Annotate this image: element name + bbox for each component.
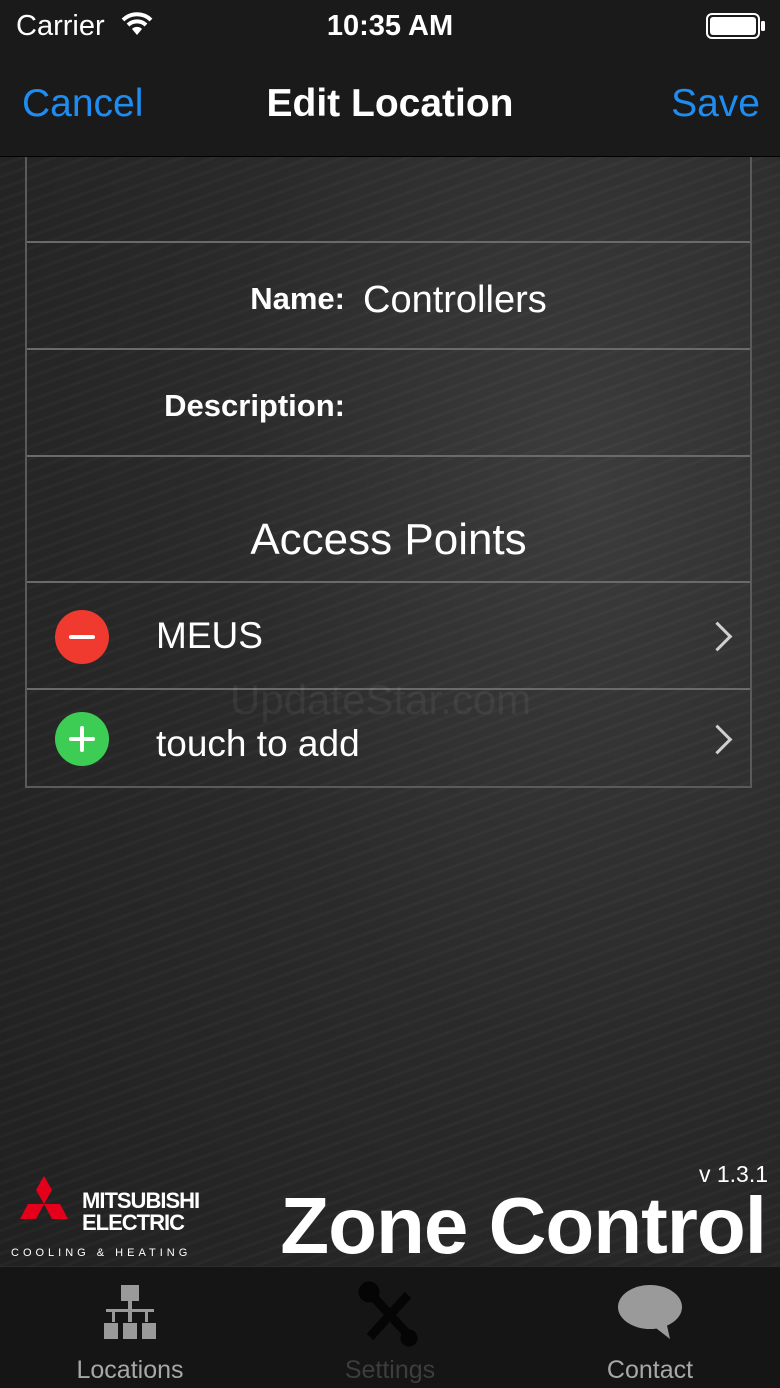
description-label: Description: bbox=[164, 388, 345, 423]
name-field[interactable]: Controllers bbox=[363, 279, 547, 322]
blank-row bbox=[27, 157, 750, 243]
chat-bubble-icon bbox=[618, 1285, 682, 1339]
hierarchy-icon bbox=[104, 1285, 156, 1339]
access-point-row[interactable]: MEUS bbox=[27, 583, 750, 690]
add-icon[interactable] bbox=[55, 712, 109, 766]
mitsubishi-logo: MITSUBISHI ELECTRIC COOLING & HEATING bbox=[8, 1172, 218, 1264]
logo-name: MITSUBISHI ELECTRIC bbox=[82, 1188, 200, 1235]
add-access-point-row[interactable]: touch to add bbox=[27, 690, 750, 788]
description-field[interactable] bbox=[363, 380, 723, 430]
tab-locations[interactable]: Locations bbox=[0, 1267, 260, 1388]
access-points-title: Access Points bbox=[250, 515, 527, 564]
tab-contact[interactable]: Contact bbox=[520, 1267, 780, 1388]
logo-tagline: COOLING & HEATING bbox=[11, 1247, 192, 1259]
status-bar: Carrier 10:35 AM bbox=[0, 0, 780, 54]
navigation-bar: Cancel Edit Location Save bbox=[0, 54, 780, 157]
tab-label: Contact bbox=[606, 1356, 694, 1384]
save-button[interactable]: Save bbox=[671, 82, 760, 126]
cancel-button[interactable]: Cancel bbox=[22, 82, 143, 126]
chevron-right-icon bbox=[702, 724, 733, 755]
tab-settings[interactable]: Settings bbox=[260, 1267, 520, 1388]
remove-icon[interactable] bbox=[55, 610, 109, 664]
status-time: 10:35 AM bbox=[326, 10, 454, 42]
tab-label: Locations bbox=[76, 1356, 184, 1384]
chevron-right-icon bbox=[702, 621, 733, 652]
battery-icon bbox=[706, 13, 765, 39]
name-row[interactable]: Name: Controllers bbox=[27, 243, 750, 350]
access-points-header: Access Points bbox=[27, 457, 750, 583]
edit-location-form: Name: Controllers Description: Access Po… bbox=[25, 157, 752, 788]
description-row[interactable]: Description: bbox=[27, 350, 750, 457]
name-label: Name: bbox=[250, 281, 345, 316]
product-title: Zone Control bbox=[280, 1181, 767, 1270]
tab-bar: Locations Settings Contact bbox=[0, 1266, 780, 1388]
tools-icon bbox=[358, 1281, 418, 1347]
add-prompt: touch to add bbox=[156, 723, 360, 764]
three-diamonds-icon bbox=[20, 1176, 68, 1219]
tab-label: Settings bbox=[344, 1356, 436, 1384]
access-point-name: MEUS bbox=[156, 615, 263, 656]
